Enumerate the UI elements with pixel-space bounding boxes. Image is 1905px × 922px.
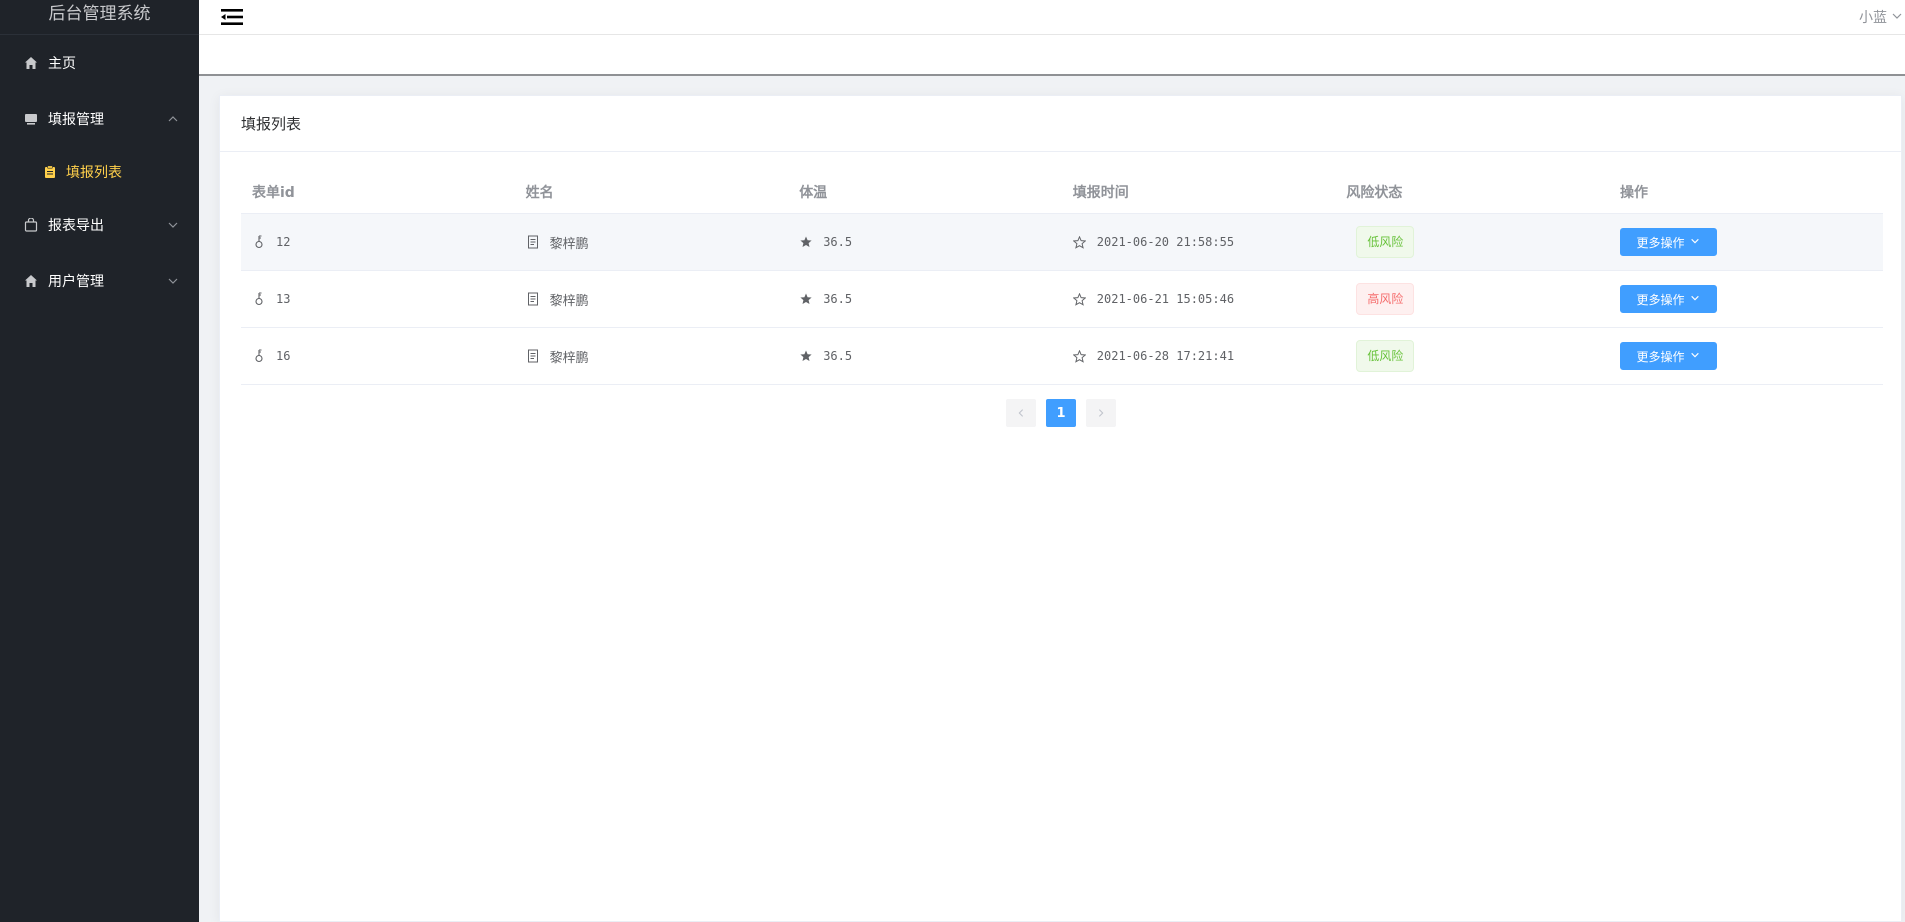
app-title: 后台管理系统 — [0, 0, 199, 35]
column-header-id: 表单id — [252, 185, 295, 201]
cell-id: 16 — [276, 349, 291, 363]
chevron-down-icon — [167, 219, 179, 231]
table-row: 12 黎梓鹏 36.5 2021-06-20 21:58:55 低风险 更多操作 — [241, 214, 1883, 271]
column-header-name: 姓名 — [525, 185, 554, 201]
card-title: 填报列表 — [220, 96, 1901, 152]
cell-time: 2021-06-28 17:21:41 — [1096, 349, 1235, 363]
key-icon — [252, 235, 266, 249]
tags-bar — [199, 35, 1905, 76]
star-filled-icon — [799, 292, 813, 306]
clipboard-icon — [42, 164, 58, 180]
more-actions-button[interactable]: 更多操作 — [1619, 285, 1717, 313]
cell-id: 13 — [276, 292, 291, 306]
table-row: 13 黎梓鹏 36.5 2021-06-21 15:05:46 高风险 更多操作 — [241, 271, 1883, 328]
sidebar: 后台管理系统 主页 填报管理 填报列表 报表导出 用户管理 — [0, 0, 199, 922]
prev-page-button[interactable] — [1006, 399, 1036, 427]
star-outline-icon — [1073, 349, 1087, 363]
bag-icon — [22, 216, 40, 234]
cell-temperature: 36.5 — [823, 235, 853, 249]
chevron-down-icon — [1891, 2, 1903, 34]
chevron-up-icon — [167, 113, 179, 125]
document-icon — [526, 292, 540, 306]
pagination: 1 — [1006, 399, 1116, 427]
more-actions-button[interactable]: 更多操作 — [1619, 342, 1717, 370]
menu-toggle-icon[interactable] — [221, 7, 243, 27]
sidebar-item-report-management[interactable]: 填报管理 — [0, 91, 199, 147]
user-name: 小蓝 — [1859, 9, 1887, 26]
star-filled-icon — [799, 349, 813, 363]
risk-badge-high: 高风险 — [1356, 283, 1415, 315]
cell-id: 12 — [276, 235, 291, 249]
document-icon — [526, 349, 540, 363]
cell-name: 黎梓鹏 — [549, 350, 589, 366]
sidebar-item-report-export[interactable]: 报表导出 — [0, 197, 199, 253]
column-header-time: 填报时间 — [1072, 185, 1129, 201]
top-header: 小蓝 — [199, 0, 1905, 35]
chevron-down-icon — [1690, 292, 1700, 306]
risk-badge-low: 低风险 — [1356, 226, 1415, 258]
report-list-card: 填报列表 表单id 姓名 体温 填报时间 风险状态 操作 12 黎梓鹏 36.5 — [219, 95, 1902, 922]
document-icon — [526, 235, 540, 249]
table-row: 16 黎梓鹏 36.5 2021-06-28 17:21:41 低风险 更多操作 — [241, 328, 1883, 385]
page-number-button[interactable]: 1 — [1046, 399, 1076, 427]
column-header-action: 操作 — [1619, 185, 1648, 201]
home-icon — [22, 272, 40, 290]
sidebar-item-label: 填报管理 — [48, 112, 104, 128]
chevron-down-icon — [167, 275, 179, 287]
key-icon — [252, 349, 266, 363]
chevron-down-icon — [1690, 349, 1700, 363]
home-icon — [22, 54, 40, 72]
risk-badge-low: 低风险 — [1356, 340, 1415, 372]
sidebar-item-label: 报表导出 — [48, 218, 104, 234]
chevron-right-icon — [1098, 409, 1104, 417]
sidebar-item-user-management[interactable]: 用户管理 — [0, 253, 199, 309]
sidebar-item-label: 用户管理 — [48, 274, 104, 290]
more-actions-button[interactable]: 更多操作 — [1619, 228, 1717, 256]
sidebar-item-report-list[interactable]: 填报列表 — [0, 147, 199, 197]
column-header-temperature: 体温 — [799, 185, 828, 201]
next-page-button[interactable] — [1086, 399, 1116, 427]
cell-name: 黎梓鹏 — [549, 293, 589, 309]
report-table: 表单id 姓名 体温 填报时间 风险状态 操作 12 黎梓鹏 36.5 2021… — [241, 171, 1883, 385]
cell-name: 黎梓鹏 — [549, 236, 589, 252]
star-outline-icon — [1073, 235, 1087, 249]
monitor-icon — [22, 110, 40, 128]
cell-time: 2021-06-21 15:05:46 — [1096, 292, 1235, 306]
chevron-down-icon — [1690, 235, 1700, 249]
table-header: 表单id 姓名 体温 填报时间 风险状态 操作 — [241, 171, 1883, 214]
cell-time: 2021-06-20 21:58:55 — [1096, 235, 1235, 249]
key-icon — [252, 292, 266, 306]
chevron-left-icon — [1018, 409, 1024, 417]
sidebar-item-home[interactable]: 主页 — [0, 35, 199, 91]
cell-temperature: 36.5 — [823, 292, 853, 306]
star-filled-icon — [799, 235, 813, 249]
sidebar-item-label: 填报列表 — [66, 165, 122, 181]
star-outline-icon — [1073, 292, 1087, 306]
sidebar-item-label: 主页 — [48, 56, 76, 72]
cell-temperature: 36.5 — [823, 349, 853, 363]
column-header-risk: 风险状态 — [1346, 185, 1403, 201]
user-dropdown[interactable]: 小蓝 — [1859, 0, 1905, 35]
